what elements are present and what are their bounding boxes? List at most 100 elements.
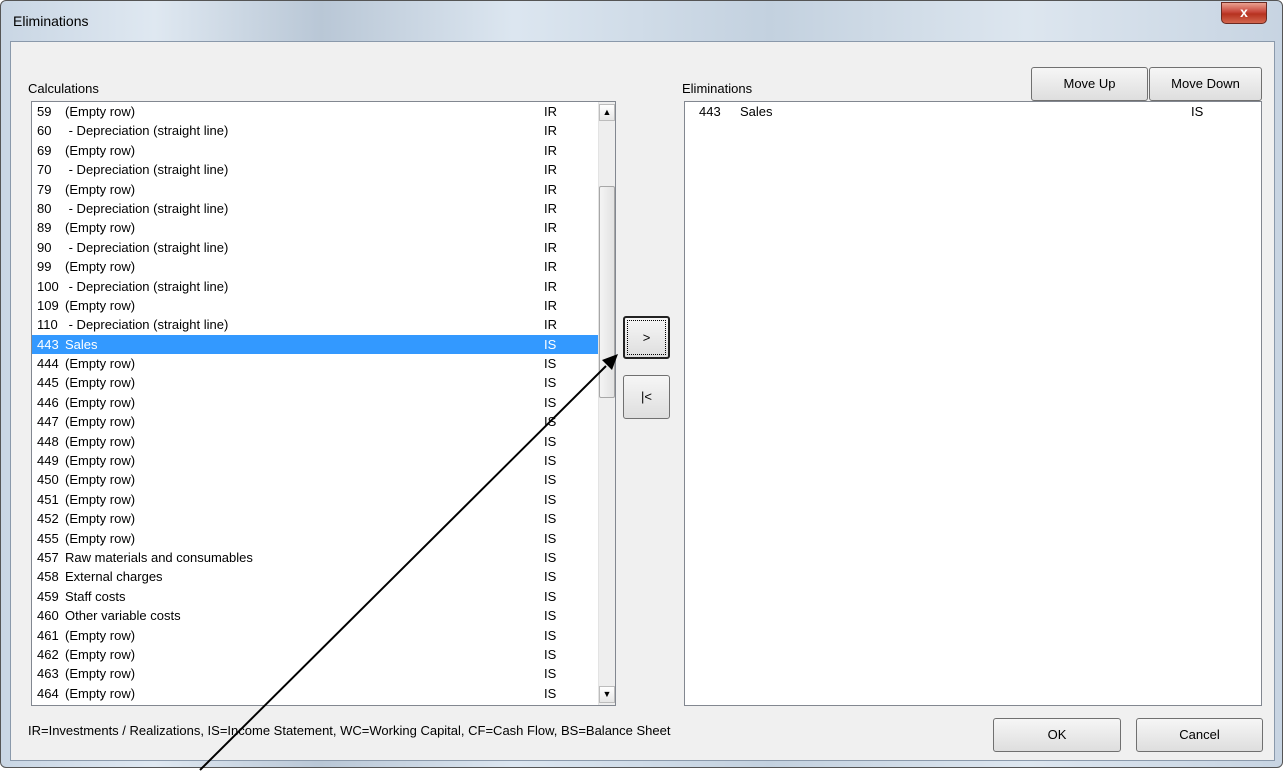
row-name: (Empty row) <box>65 394 136 410</box>
row-number: 109 <box>37 297 59 313</box>
row-number: 79 <box>37 181 52 197</box>
row-number: 464 <box>37 685 59 701</box>
list-item[interactable]: 109 (Empty row) IR <box>32 296 615 315</box>
list-item[interactable]: 463 (Empty row) IS <box>32 664 615 683</box>
row-type-code: IR <box>544 104 557 119</box>
ok-label: OK <box>1047 727 1067 742</box>
eliminations-label: Eliminations <box>682 81 753 96</box>
row-number: 60 <box>37 123 52 139</box>
eliminations-listbox[interactable]: 443 Sales IS <box>684 101 1262 706</box>
row-name: (Empty row) <box>65 414 136 430</box>
scroll-down-button[interactable]: ▼ <box>599 686 615 703</box>
row-type-code: IR <box>544 142 557 158</box>
row-name: (Empty row) <box>65 491 136 507</box>
calculations-scrollbar[interactable]: ▲ ▼ <box>598 102 615 705</box>
row-name: - Depreciation (straight line) <box>65 200 229 216</box>
move-down-button[interactable]: Move Down <box>1149 67 1262 101</box>
list-item[interactable]: 449 (Empty row) IS <box>32 451 615 470</box>
row-number: 451 <box>37 491 59 507</box>
row-name: - Depreciation (straight line) <box>65 123 229 139</box>
move-up-button[interactable]: Move Up <box>1031 67 1148 101</box>
row-name: (Empty row) <box>65 433 136 449</box>
list-item[interactable]: 446 (Empty row) IS <box>32 393 615 412</box>
scroll-thumb[interactable] <box>599 186 615 398</box>
row-number: 447 <box>37 414 59 430</box>
row-number: 463 <box>37 666 59 682</box>
list-item[interactable]: 451 (Empty row) IS <box>32 490 615 509</box>
remove-from-eliminations-button[interactable]: |< <box>623 375 670 419</box>
list-item[interactable]: 99 (Empty row) IR <box>32 257 615 276</box>
ok-button[interactable]: OK <box>993 718 1121 752</box>
row-type-code: IS <box>544 608 557 624</box>
add-to-eliminations-button[interactable]: > <box>623 316 670 359</box>
row-name: (Empty row) <box>65 104 136 119</box>
row-number: 90 <box>37 239 52 255</box>
row-name: (Empty row) <box>65 220 136 236</box>
row-number: 449 <box>37 453 59 469</box>
row-number: 444 <box>37 356 59 372</box>
row-type-code: IS <box>544 472 557 488</box>
list-item[interactable]: 459 Staff costs IS <box>32 587 615 606</box>
list-item[interactable]: 447 (Empty row) IS <box>32 412 615 431</box>
row-name: Sales <box>740 104 773 119</box>
list-item[interactable]: 461 (Empty row) IS <box>32 626 615 645</box>
list-item[interactable]: 455 (Empty row) IS <box>32 529 615 548</box>
list-item[interactable]: 448 (Empty row) IS <box>32 432 615 451</box>
row-type-code: IS <box>1191 104 1204 119</box>
list-item[interactable]: 445 (Empty row) IS <box>32 373 615 392</box>
row-type-code: IS <box>544 530 557 546</box>
row-type-code: IS <box>544 511 557 527</box>
calculations-rows: 59 (Empty row) IR 60 - Depreciation (straig… <box>32 102 615 703</box>
list-item[interactable]: 452 (Empty row) IS <box>32 509 615 528</box>
list-item[interactable]: 59 (Empty row) IR <box>32 102 615 121</box>
dialog-body: Calculations 59 (Empty row) IR 60 - Depreci… <box>10 41 1275 761</box>
row-type-code: IR <box>544 317 557 333</box>
row-name: (Empty row) <box>65 181 136 197</box>
row-number: 70 <box>37 162 52 178</box>
row-name: (Empty row) <box>65 646 136 662</box>
row-type-code: IS <box>544 627 557 643</box>
row-number: 462 <box>37 646 59 662</box>
calculations-listbox[interactable]: 59 (Empty row) IR 60 - Depreciation (straig… <box>31 101 616 706</box>
list-item[interactable]: 100 - Depreciation (straight line) IR <box>32 277 615 296</box>
cancel-button[interactable]: Cancel <box>1136 718 1263 752</box>
row-number: 461 <box>37 627 59 643</box>
list-item[interactable]: 80 - Depreciation (straight line) IR <box>32 199 615 218</box>
row-type-code: IS <box>544 549 557 565</box>
row-name: (Empty row) <box>65 453 136 469</box>
list-item[interactable]: 60 - Depreciation (straight line) IR <box>32 121 615 140</box>
row-type-code: IS <box>544 453 557 469</box>
list-item[interactable]: 457 Raw materials and consumables IS <box>32 548 615 567</box>
add-button-label: > <box>642 330 651 345</box>
list-item[interactable]: 443 Sales IS <box>32 334 615 355</box>
row-name: Sales <box>65 336 98 352</box>
list-item[interactable]: 464 (Empty row) IS <box>32 684 615 703</box>
row-type-code: IS <box>544 414 557 430</box>
row-type-code: IS <box>544 666 557 682</box>
list-item[interactable]: 70 - Depreciation (straight line) IR <box>32 160 615 179</box>
row-name: - Depreciation (straight line) <box>65 239 229 255</box>
row-type-code: IS <box>544 394 557 410</box>
row-number: 443 <box>37 336 59 352</box>
list-item[interactable]: 110 - Depreciation (straight line) IR <box>32 315 615 334</box>
list-item[interactable]: 89 (Empty row) IR <box>32 218 615 237</box>
row-name: - Depreciation (straight line) <box>65 278 229 294</box>
row-type-code: IS <box>544 375 557 391</box>
list-item[interactable]: 462 (Empty row) IS <box>32 645 615 664</box>
list-item[interactable]: 450 (Empty row) IS <box>32 470 615 489</box>
list-item[interactable]: 79 (Empty row) IR <box>32 180 615 199</box>
list-item[interactable]: 444 (Empty row) IS <box>32 354 615 373</box>
row-number: 457 <box>37 549 59 565</box>
list-item[interactable]: 443 Sales IS <box>685 102 1261 121</box>
list-item[interactable]: 90 - Depreciation (straight line) IR <box>32 238 615 257</box>
list-item[interactable]: 458 External charges IS <box>32 567 615 586</box>
row-number: 443 <box>699 104 721 119</box>
list-item[interactable]: 69 (Empty row) IR <box>32 141 615 160</box>
legend-text: IR=Investments / Realizations, IS=Income… <box>28 723 671 738</box>
scroll-up-button[interactable]: ▲ <box>599 104 615 121</box>
row-type-code: IS <box>544 336 557 352</box>
list-item[interactable]: 460 Other variable costs IS <box>32 606 615 625</box>
row-name: External charges <box>65 569 163 585</box>
close-button[interactable]: x <box>1221 2 1267 24</box>
row-type-code: IR <box>544 297 557 313</box>
